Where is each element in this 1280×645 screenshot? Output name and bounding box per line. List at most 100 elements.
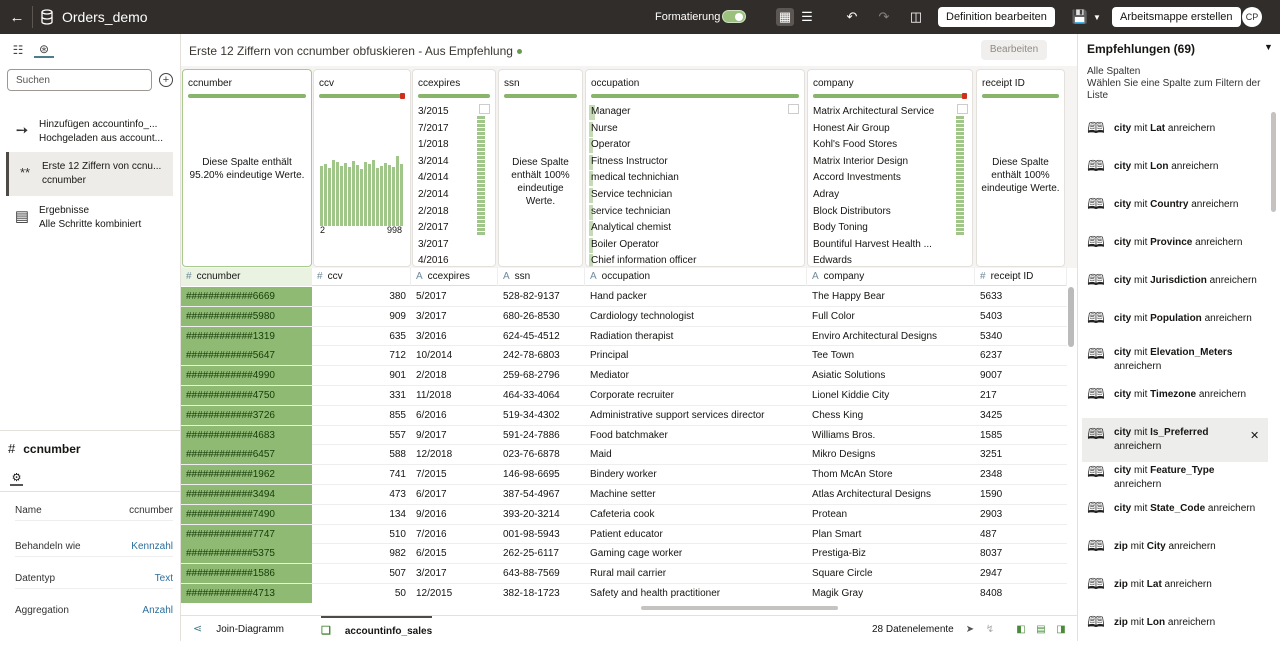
property-value[interactable]: Anzahl [142,605,173,616]
profile-card-receipt-id[interactable]: receipt ID Diese Spalte enthält 100% ein… [977,70,1064,266]
table-cell[interactable]: 519-34-4302 [498,406,585,425]
table-cell[interactable]: 901 [312,366,411,385]
value-item[interactable]: 2/2018 [416,204,449,221]
table-cell[interactable]: 712 [312,346,411,365]
tab-accountinfo-sales[interactable]: ❏ accountinfo_sales [321,616,433,642]
table-cell[interactable]: 6237 [975,346,1067,365]
value-item[interactable]: Bountiful Harvest Health ... [811,237,934,254]
step-results[interactable]: ▤ Ergebnisse Alle Schritte kombiniert [6,196,173,240]
table-cell[interactable]: Atlas Architectural Designs [807,485,975,504]
profile-card-occupation[interactable]: occupation Manager Nurse Operator Fitness I… [586,70,804,266]
table-cell[interactable]: 262-25-6117 [498,544,585,563]
value-item[interactable]: 3/2015 [416,104,449,121]
recommendation-item[interactable]: 🕮 zip mit Lon anreichern [1082,606,1268,642]
value-item[interactable]: Matrix Interior Design [811,154,934,171]
table-cell[interactable]: Chess King [807,406,975,425]
table-cell[interactable]: 643-88-7569 [498,564,585,583]
table-cell[interactable]: 741 [312,465,411,484]
table-cell[interactable]: Tee Town [807,346,975,365]
table-cell[interactable]: ############7490 [181,504,312,524]
table-cell[interactable]: ############1319 [181,326,312,346]
property-value[interactable]: Kennzahl [131,541,173,552]
table-cell[interactable]: 487 [975,525,1067,544]
table-cell[interactable]: Patient educator [585,525,807,544]
table-cell[interactable]: ############7747 [181,524,312,544]
table-cell[interactable]: Full Color [807,307,975,326]
recommendation-item[interactable]: 🕮 city mit Population anreichern [1082,302,1268,338]
table-cell[interactable]: Enviro Architectural Designs [807,327,975,346]
table-cell[interactable]: Square Circle [807,564,975,583]
table-cell[interactable]: The Happy Bear [807,287,975,306]
recommendation-item[interactable]: 🕮 city mit Timezone anreichern [1082,378,1268,414]
tab-join-diagram[interactable]: ⋖ Join-Diagramm [193,616,284,642]
column-header-receipt-id[interactable]: # receipt ID [975,268,1067,286]
data-icon[interactable]: ☷ [8,42,28,58]
column-header-ccnumber[interactable]: # ccnumber [181,268,312,286]
table-cell[interactable]: 217 [975,386,1067,405]
recommendation-item[interactable]: 🕮 zip mit Lat anreichern [1082,568,1268,604]
table-cell[interactable]: 909 [312,307,411,326]
value-item[interactable]: Kohl's Food Stores [811,137,934,154]
table-cell[interactable]: 5403 [975,307,1067,326]
table-cell[interactable]: 7/2016 [411,525,498,544]
add-icon[interactable]: + [159,73,173,87]
table-cell[interactable]: Gaming cage worker [585,544,807,563]
table-cell[interactable]: 3/2017 [411,564,498,583]
table-cell[interactable]: 3425 [975,406,1067,425]
recommendation-item[interactable]: 🕮 city mit Lat anreichern [1082,112,1268,148]
table-cell[interactable]: Maid [585,445,807,464]
table-cell[interactable]: 3251 [975,445,1067,464]
table-cell[interactable]: Mediator [585,366,807,385]
table-cell[interactable]: 12/2018 [411,445,498,464]
table-cell[interactable]: 9/2017 [411,426,498,445]
value-item[interactable]: Boiler Operator [589,237,696,254]
value-item[interactable]: 3/2014 [416,154,449,171]
table-cell[interactable]: Administrative support services director [585,406,807,425]
table-cell[interactable]: Corporate recruiter [585,386,807,405]
value-item[interactable]: Body Toning [811,220,934,237]
table-cell[interactable]: 2/2018 [411,366,498,385]
table-cell[interactable]: 464-33-4064 [498,386,585,405]
value-item[interactable]: Chief information officer [589,253,696,266]
bolt-icon[interactable]: ↯ [983,622,997,636]
table-cell[interactable]: 2348 [975,465,1067,484]
scrollbar[interactable] [1271,112,1276,212]
value-item[interactable]: 1/2018 [416,137,449,154]
table-cell[interactable]: 331 [312,386,411,405]
value-item[interactable]: Accord Investments [811,170,934,187]
table-cell[interactable]: 588 [312,445,411,464]
table-cell[interactable]: 6/2017 [411,485,498,504]
value-item[interactable]: 2/2017 [416,220,449,237]
value-item[interactable]: Manager [589,104,696,121]
value-item[interactable]: Operator [589,137,696,154]
table-cell[interactable]: 3/2017 [411,307,498,326]
table-cell[interactable]: ############6669 [181,287,312,306]
table-cell[interactable]: Plan Smart [807,525,975,544]
left-panel-toggle-icon[interactable]: ◧ [1014,622,1028,636]
value-item[interactable]: 3/2017 [416,237,449,254]
value-item[interactable]: 4/2014 [416,170,449,187]
table-cell[interactable]: ############3494 [181,485,312,504]
table-cell[interactable]: 380 [312,287,411,306]
table-cell[interactable]: 134 [312,505,411,524]
table-cell[interactable]: 624-45-4512 [498,327,585,346]
table-cell[interactable]: Lionel Kiddie City [807,386,975,405]
table-cell[interactable]: Asiatic Solutions [807,366,975,385]
table-cell[interactable]: 382-18-1723 [498,584,585,603]
table-cell[interactable]: 2903 [975,505,1067,524]
table-cell[interactable]: 146-98-6695 [498,465,585,484]
gear-icon[interactable]: ⚙ [10,471,23,486]
recommendation-item[interactable]: 🕮 city mit Jurisdiction anreichern [1082,264,1268,300]
save-icon[interactable]: 💾 [1071,8,1089,26]
value-item[interactable]: Nurse [589,121,696,138]
table-cell[interactable]: 9/2016 [411,505,498,524]
recommendation-item[interactable]: 🕮 city mit State_Code anreichern [1082,492,1268,528]
recommendation-item[interactable]: 🕮 city mit Province anreichern [1082,226,1268,262]
value-item[interactable]: Adray [811,187,934,204]
table-cell[interactable]: 473 [312,485,411,504]
table-cell[interactable]: Thom McAn Store [807,465,975,484]
column-header-ccv[interactable]: # ccv [312,268,411,286]
table-cell[interactable]: 591-24-7886 [498,426,585,445]
recommendation-item[interactable]: 🕮 city mit Country anreichern [1082,188,1268,224]
table-cell[interactable]: 387-54-4967 [498,485,585,504]
